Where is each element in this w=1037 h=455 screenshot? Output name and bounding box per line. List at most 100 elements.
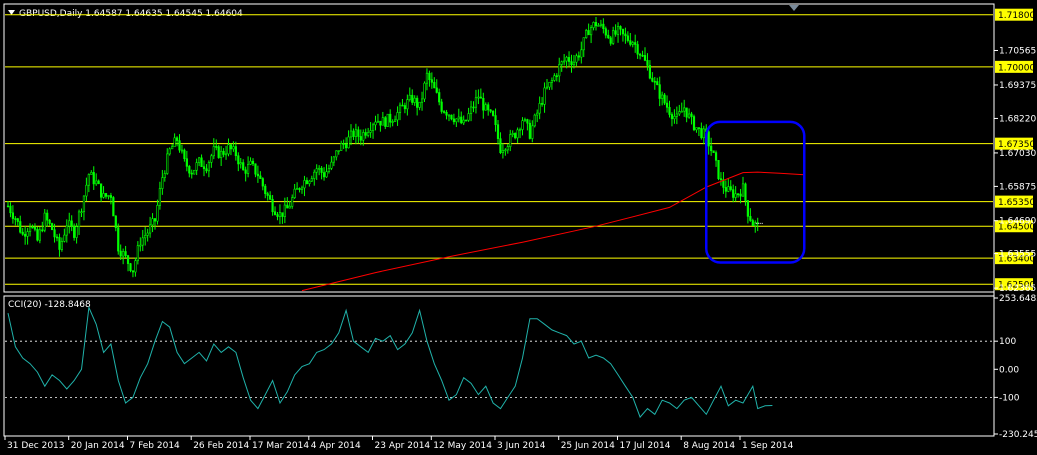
candle-body: [413, 97, 416, 103]
candle-body: [354, 129, 358, 137]
candle-body: [408, 94, 411, 100]
candle-body: [38, 229, 41, 241]
candle-body: [90, 172, 93, 175]
candle-body: [433, 82, 436, 89]
candle-body: [614, 30, 617, 35]
candle-body: [744, 183, 747, 201]
candle-body: [518, 129, 522, 131]
candle-body: [232, 146, 235, 150]
candle-body: [467, 113, 470, 121]
candle-body: [112, 197, 115, 217]
candle-body: [347, 136, 350, 149]
candle-body: [19, 221, 22, 233]
candle-body: [318, 167, 321, 170]
candle-body: [237, 155, 240, 165]
indicator-title: CCI(20) -128.8468: [8, 300, 91, 310]
candle-body: [31, 226, 34, 229]
candle-body: [249, 160, 252, 165]
candle-body: [315, 168, 318, 173]
candle-body: [523, 119, 527, 121]
candle-body: [736, 193, 740, 196]
candle-body: [587, 30, 590, 36]
candle-body: [430, 79, 433, 83]
candle-body: [712, 150, 715, 153]
candle-body: [440, 101, 443, 112]
candle-body: [224, 153, 228, 156]
candle-body: [185, 158, 188, 167]
candle-body: [276, 214, 279, 217]
time-tick-label: 17 Mar 2014: [252, 441, 309, 451]
candle-body: [491, 110, 495, 116]
candle-body: [146, 232, 149, 236]
candle-body: [384, 117, 387, 127]
candle-body: [43, 212, 46, 231]
time-tick-label: 12 May 2014: [433, 441, 492, 451]
candle-body: [369, 130, 372, 133]
candle-body: [629, 40, 632, 45]
candle-body: [401, 104, 404, 107]
candle-body: [406, 99, 409, 110]
candle-body: [580, 49, 583, 58]
candle-body: [122, 251, 125, 257]
candle-body: [325, 171, 328, 178]
candle-body: [548, 81, 551, 88]
candle-body: [188, 166, 191, 174]
candle-body: [95, 180, 98, 185]
candle-body: [729, 186, 732, 190]
candle-body: [656, 81, 659, 85]
candle-body: [247, 164, 250, 174]
candle-body: [87, 174, 90, 186]
price-chart-window[interactable]: GBPUSD,Daily 1.64587 1.64635 1.64545 1.6…: [0, 0, 1037, 455]
candle-body: [594, 22, 598, 27]
chart-shift-icon[interactable]: [789, 5, 799, 11]
candle-body: [202, 166, 206, 170]
candle-body: [521, 120, 524, 130]
candle-body: [707, 131, 710, 147]
candle-body: [46, 212, 49, 221]
candle-body: [653, 80, 656, 83]
candle-body: [714, 152, 718, 161]
candle-body: [269, 195, 272, 200]
candle-body: [195, 162, 198, 171]
candle-body: [749, 216, 752, 221]
candle-body: [342, 143, 345, 145]
candle-body: [175, 137, 179, 141]
candle-body: [516, 129, 519, 139]
candle-body: [36, 229, 39, 241]
support-resistance-levels: 1.718001.700001.673501.653501.645001.634…: [5, 8, 1035, 291]
time-tick-label: 8 Aug 2014: [683, 441, 735, 451]
candle-body: [124, 251, 127, 256]
price-tick-label: 1.70565: [999, 46, 1036, 56]
candle-body: [545, 86, 549, 89]
candle-body: [452, 118, 456, 123]
candle-body: [131, 270, 135, 273]
candle-body: [85, 184, 88, 197]
candle-body: [107, 195, 110, 197]
candle-body: [134, 260, 137, 273]
candle-body: [168, 148, 171, 155]
candle-body: [114, 215, 117, 229]
candle-body: [658, 84, 661, 99]
candle-body: [9, 205, 12, 214]
candle-body: [638, 53, 642, 56]
candle-body: [624, 33, 627, 37]
candle-body: [474, 97, 478, 108]
candle-body: [82, 195, 86, 212]
candle-body: [597, 25, 600, 27]
candle-body: [198, 157, 201, 163]
candle-body: [63, 234, 66, 242]
candle-body: [636, 44, 639, 55]
candle-body: [239, 162, 242, 165]
candle-body: [680, 110, 683, 113]
price-axis-ticks: 1.70565 1.69375 1.68220 1.67030 1.65875 1.646…: [994, 46, 1036, 294]
candlesticks: [6, 16, 764, 278]
candle-body: [732, 189, 735, 198]
symbol-title: GBPUSD,Daily 1.64587 1.64635 1.64545 1.6…: [19, 9, 243, 19]
candle-body: [746, 200, 749, 217]
candle-body: [41, 229, 44, 232]
candle-body: [357, 129, 360, 137]
candle-body: [538, 103, 541, 114]
candle-body: [514, 133, 517, 139]
cci-tick-label: -230.2458: [999, 430, 1037, 440]
candle-body: [104, 193, 108, 197]
